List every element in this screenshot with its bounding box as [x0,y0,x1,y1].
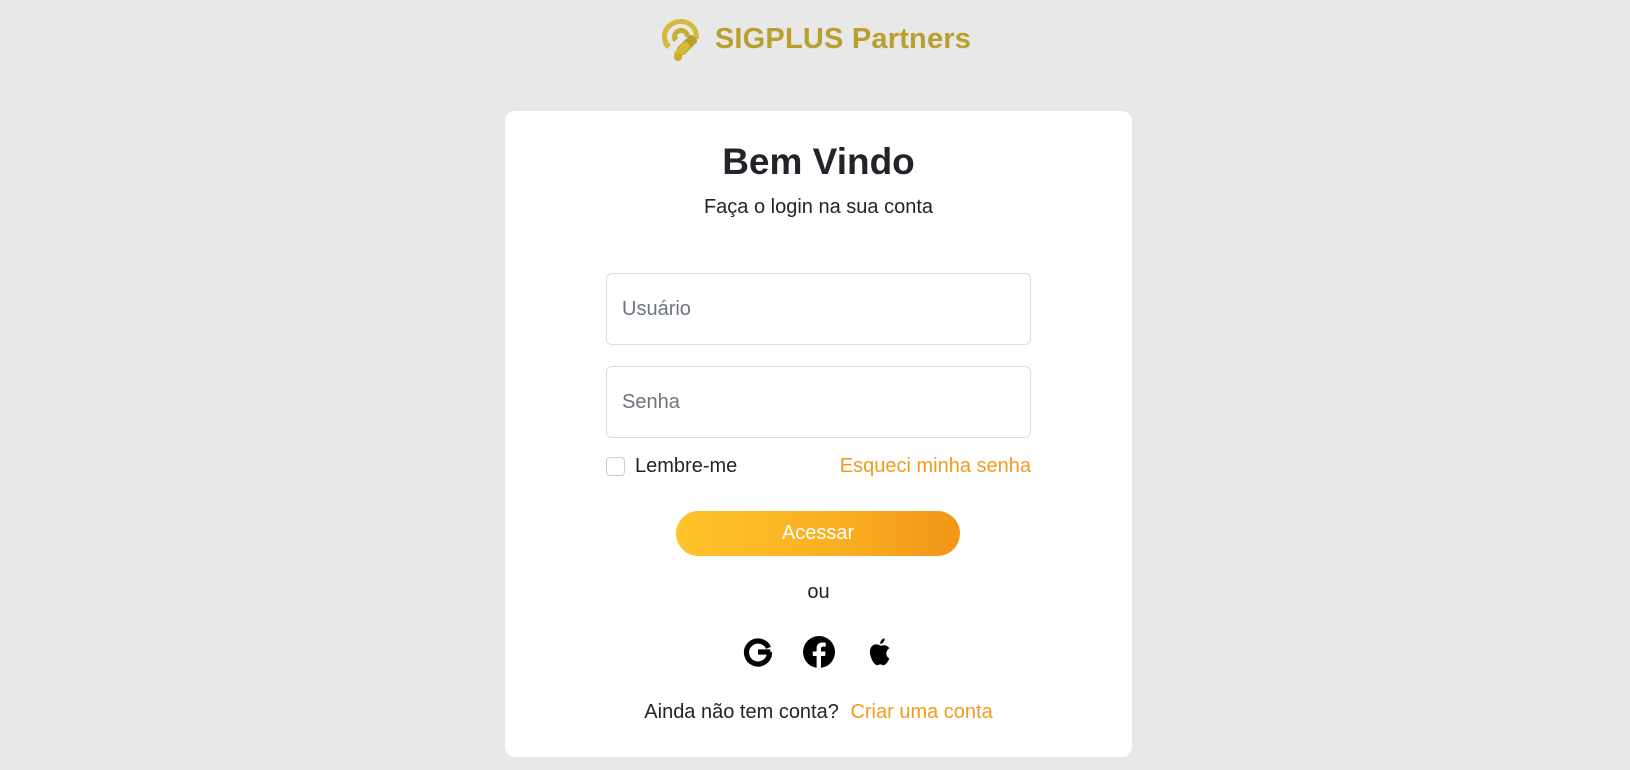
login-card: Bem Vindo Faça o login na sua conta Lemb… [505,111,1132,757]
create-account-link[interactable]: Criar uma conta [850,701,992,723]
page-title: Bem Vindo [722,141,915,182]
social-login-row [505,635,1132,669]
username-input[interactable] [606,273,1031,345]
apple-login-button[interactable] [863,635,897,669]
google-login-button[interactable] [741,635,775,669]
google-icon [743,638,772,667]
login-button[interactable]: Acessar [676,511,960,556]
remember-me-option[interactable]: Lembre-me [606,455,737,478]
remember-me-checkbox[interactable] [606,456,625,476]
signup-prompt: Ainda não tem conta? [644,701,839,723]
password-input[interactable] [606,366,1031,438]
pin-handshake-logo-icon [661,19,699,61]
page-subtitle: Faça o login na sua conta [703,196,934,218]
facebook-icon [802,636,835,668]
login-options: Lembre-me Esqueci minha senha [606,451,1031,481]
facebook-login-button[interactable] [802,635,836,669]
brand-header: SIGPLUS Partners [0,16,1630,62]
signup-row: Ainda não tem conta? Criar uma conta [505,701,1132,724]
remember-me-label: Lembre-me [635,454,738,477]
apple-icon [869,638,889,666]
forgot-password-link[interactable]: Esqueci minha senha [840,455,1031,478]
divider-text: ou [807,581,830,603]
brand-name: SIGPLUS Partners [714,22,972,55]
